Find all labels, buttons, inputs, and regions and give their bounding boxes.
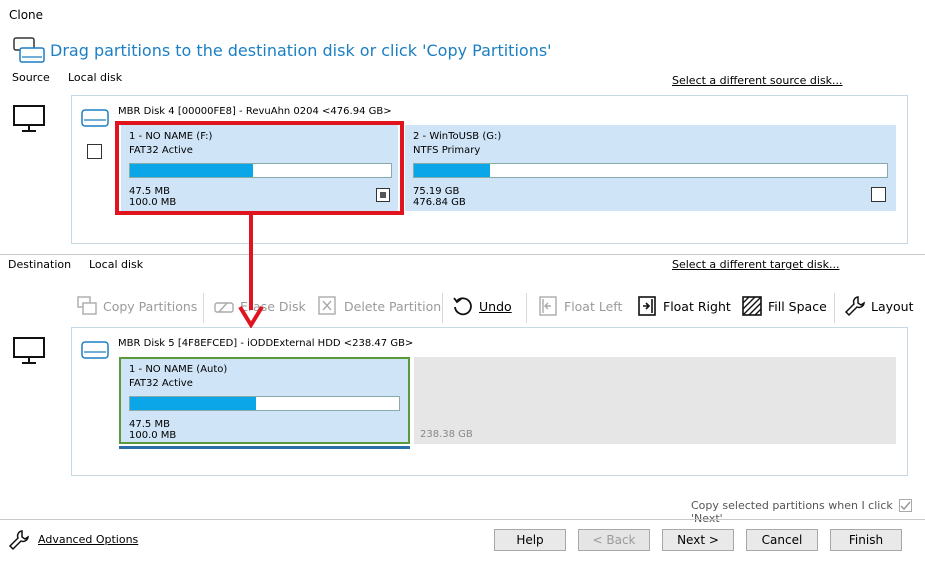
partition-usage-bar	[413, 163, 888, 178]
unallocated-space[interactable]	[414, 357, 896, 444]
destination-disk-icon	[81, 341, 109, 359]
help-button[interactable]: Help	[494, 529, 566, 551]
section-divider	[0, 254, 925, 255]
source-label: Source	[12, 71, 50, 84]
partition-usage-bar	[129, 396, 400, 411]
drag-arrow	[238, 212, 264, 328]
toolbar-separator	[203, 293, 204, 323]
destination-computer-icon	[13, 337, 45, 364]
wrench-icon	[844, 296, 865, 317]
copy-option-checkbox[interactable]	[899, 499, 912, 512]
toolbar-separator	[834, 293, 835, 323]
float-right-button[interactable]: Float Right	[636, 295, 731, 317]
source-disk-header: MBR Disk 4 [00000FE8] - RevuAhn 0204 <47…	[118, 106, 392, 117]
window-title: Clone	[9, 8, 44, 22]
layout-label: Layout	[871, 298, 914, 314]
delete-partition-label: Delete Partition	[344, 298, 442, 314]
partition-total: 476.84 GB	[413, 197, 466, 208]
partition-type: FAT32 Active	[129, 378, 193, 389]
partition-underline	[119, 446, 410, 449]
partition-name: 2 - WinToUSB (G:)	[413, 131, 502, 142]
fill-space-button[interactable]: Fill Space	[741, 295, 827, 317]
partition-type: NTFS Primary	[413, 145, 481, 156]
instruction-heading: Drag partitions to the destination disk …	[50, 41, 552, 60]
selected-partition-highlight	[115, 121, 404, 215]
layout-button[interactable]: Layout	[844, 295, 914, 317]
next-button[interactable]: Next >	[662, 529, 734, 551]
undo-icon	[453, 297, 472, 316]
partition-used: 47.5 MB	[129, 419, 170, 430]
float-right-label: Float Right	[663, 298, 731, 314]
undo-label: Undo	[479, 298, 512, 314]
fill-space-icon	[742, 296, 762, 316]
delete-partition-button[interactable]: Delete Partition	[317, 295, 441, 317]
destination-disk-type: External HDD <238.47 GB>	[273, 338, 414, 349]
float-left-label: Float Left	[564, 298, 623, 314]
destination-disk-header: MBR Disk 5 [4F8EFCED] - iODD	[118, 338, 274, 349]
source-disk-icon	[81, 109, 109, 127]
fill-space-label: Fill Space	[768, 298, 827, 314]
partition-name: 1 - NO NAME (Auto)	[129, 364, 228, 375]
advanced-options-link[interactable]: Advanced Options	[38, 533, 138, 546]
footer-divider	[0, 519, 925, 520]
source-computer-icon	[13, 105, 45, 132]
unallocated-size: 238.38 GB	[420, 429, 473, 440]
float-left-icon	[539, 296, 557, 316]
copy-option-label: Copy selected partitions when I click 'N…	[691, 499, 893, 525]
copy-partitions-icon	[77, 296, 97, 315]
wrench-icon	[8, 530, 29, 551]
copy-partitions-button[interactable]: Copy Partitions	[76, 295, 197, 317]
back-button[interactable]: < Back	[578, 529, 650, 551]
float-right-icon	[638, 296, 656, 316]
source-sublabel: Local disk	[68, 71, 123, 84]
destination-label: Destination	[8, 258, 72, 271]
partition-total: 100.0 MB	[129, 430, 177, 441]
toolbar-separator	[442, 293, 443, 323]
select-source-disk-link[interactable]: Select a different source disk...	[672, 74, 843, 87]
copy-partitions-label: Copy Partitions	[103, 298, 198, 314]
select-target-disk-link[interactable]: Select a different target disk...	[672, 258, 839, 271]
partition-used: 75.19 GB	[413, 186, 460, 197]
destination-sublabel: Local disk	[89, 258, 144, 271]
partition-checkbox[interactable]	[871, 187, 886, 202]
toolbar-separator	[526, 293, 527, 323]
undo-button[interactable]: Undo	[452, 295, 512, 317]
eraser-icon	[214, 302, 234, 313]
source-disk-checkbox[interactable]	[87, 144, 102, 159]
checkmark-icon	[900, 501, 911, 511]
delete-partition-icon	[318, 296, 336, 315]
finish-button[interactable]: Finish	[830, 529, 902, 551]
cancel-button[interactable]: Cancel	[746, 529, 818, 551]
float-left-button[interactable]: Float Left	[537, 295, 622, 317]
clone-disk-icon	[13, 37, 45, 63]
